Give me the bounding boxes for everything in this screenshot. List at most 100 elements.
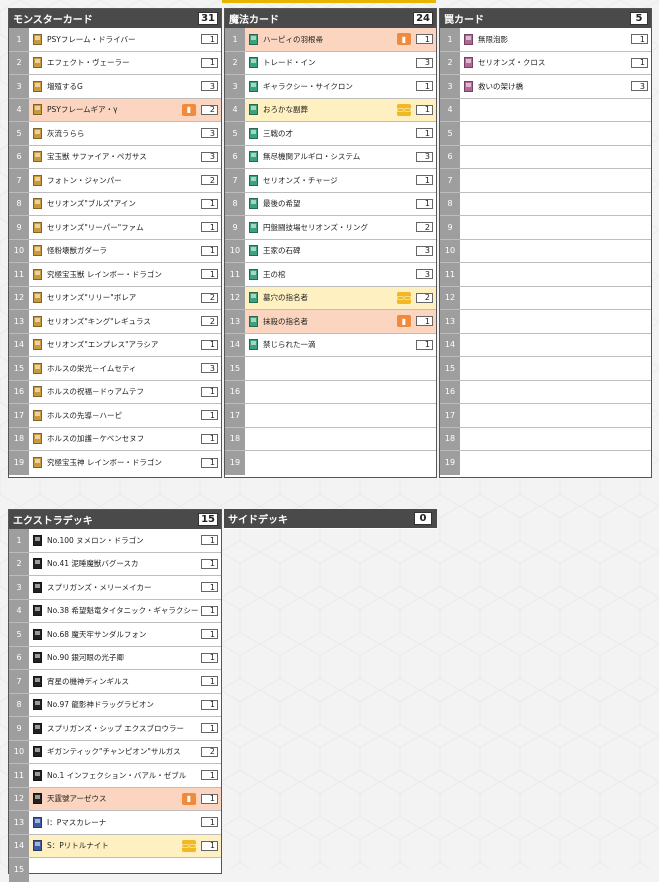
card-row[interactable]: 2 No.41 泥睡魔獣バグースカ 1 bbox=[9, 552, 221, 576]
card-row[interactable]: 5 No.68 魔天牢サンダルフォン 1 bbox=[9, 623, 221, 647]
card-row[interactable]: 6 宝玉獣 サファイア・ペガサス 3 bbox=[9, 145, 221, 169]
card-row[interactable]: 13 抹殺の指名者 ▮ 1 bbox=[225, 310, 436, 334]
card-name[interactable]: ホルスの祝福－ドゥアムテフ bbox=[47, 387, 201, 396]
card-name[interactable]: No.97 龍影神ドラッグラビオン bbox=[47, 700, 201, 709]
card-row[interactable]: 15 ホルスの栄光－イムセティ 3 bbox=[9, 357, 221, 381]
card-row[interactable]: 10 ギガンティック"チャンピオン"サルガス 2 bbox=[9, 740, 221, 764]
card-name[interactable]: 救いの架け橋 bbox=[478, 82, 631, 91]
card-row[interactable]: 7 宵星の機神ディンギルス 1 bbox=[9, 670, 221, 694]
card-row[interactable]: 2 セリオンズ・クロス 1 bbox=[440, 51, 651, 75]
card-row[interactable]: 10 王家の石碑 3 bbox=[225, 239, 436, 263]
card-name[interactable]: スプリガンズ・メリーメイカー bbox=[47, 583, 201, 592]
card-name[interactable]: スプリガンズ・シップ エクスブロウラー bbox=[47, 724, 201, 733]
card-name[interactable]: S：Pリトルナイト bbox=[47, 841, 182, 850]
card-row[interactable]: 9 円盤闘技場セリオンズ・リング 2 bbox=[225, 216, 436, 240]
card-row[interactable]: 19 究極宝玉神 レインボー・ドラゴン 1 bbox=[9, 451, 221, 475]
card-row[interactable]: 9 セリオンズ"リーパー"ファム 1 bbox=[9, 216, 221, 240]
card-row[interactable]: 2 トレード・イン 3 bbox=[225, 51, 436, 75]
card-row[interactable]: 2 エフェクト・ヴェーラー 1 bbox=[9, 51, 221, 75]
card-name[interactable]: 王家の石碑 bbox=[263, 246, 416, 255]
card-row[interactable]: 5 三戦の才 1 bbox=[225, 122, 436, 146]
card-name[interactable]: セリオンズ"リリー"ボレア bbox=[47, 293, 201, 302]
card-name[interactable]: おろかな副葬 bbox=[263, 105, 397, 114]
card-row[interactable]: 4 No.38 希望魁竜タイタニック・ギャラクシー 1 bbox=[9, 599, 221, 623]
card-name[interactable]: PSYフレーム・ドライバー bbox=[47, 35, 201, 44]
card-name[interactable]: エフェクト・ヴェーラー bbox=[47, 58, 201, 67]
card-row[interactable]: 11 王の棺 3 bbox=[225, 263, 436, 287]
card-name[interactable]: 増殖するG bbox=[47, 82, 201, 91]
card-name[interactable]: セリオンズ"キング"レギュラス bbox=[47, 317, 201, 326]
card-row[interactable]: 11 No.1 インフェクション・バアル・ゼブル 1 bbox=[9, 764, 221, 788]
card-name[interactable]: I：Pマスカレーナ bbox=[47, 818, 201, 827]
card-row[interactable]: 4 おろかな副葬 ▭▭ 1 bbox=[225, 98, 436, 122]
card-name[interactable]: ホルスの加護－ケベンセヌフ bbox=[47, 434, 201, 443]
card-row[interactable]: 3 ギャラクシー・サイクロン 1 bbox=[225, 75, 436, 99]
card-name[interactable]: セリオンズ"リーパー"ファム bbox=[47, 223, 201, 232]
card-row[interactable]: 1 No.100 ヌメロン・ドラゴン 1 bbox=[9, 529, 221, 553]
card-row[interactable]: 8 セリオンズ"ブルズ"アイン 1 bbox=[9, 192, 221, 216]
card-name[interactable]: セリオンズ・チャージ bbox=[263, 176, 416, 185]
card-row[interactable]: 6 No.90 銀河眼の光子卿 1 bbox=[9, 646, 221, 670]
card-name[interactable]: 究極宝玉獣 レインボー・ドラゴン bbox=[47, 270, 201, 279]
card-name[interactable]: 最後の希望 bbox=[263, 199, 416, 208]
card-row[interactable]: 10 怪粉壊獣ガダーラ 1 bbox=[9, 239, 221, 263]
card-name[interactable]: セリオンズ・クロス bbox=[478, 58, 631, 67]
card-row[interactable]: 1 PSYフレーム・ドライバー 1 bbox=[9, 28, 221, 52]
card-row[interactable]: 16 ホルスの祝福－ドゥアムテフ 1 bbox=[9, 380, 221, 404]
card-name[interactable]: No.1 インフェクション・バアル・ゼブル bbox=[47, 771, 201, 780]
card-name[interactable]: 禁じられた一滴 bbox=[263, 340, 416, 349]
card-name[interactable]: セリオンズ"ブルズ"アイン bbox=[47, 199, 201, 208]
card-name[interactable]: No.90 銀河眼の光子卿 bbox=[47, 653, 201, 662]
card-row[interactable]: 1 ハーピィの羽根帚 ▮ 1 bbox=[225, 28, 436, 52]
card-row[interactable]: 14 セリオンズ"エンプレス"アラシア 1 bbox=[9, 333, 221, 357]
card-row[interactable]: 12 天霆號アーゼウス ▮ 1 bbox=[9, 787, 221, 811]
card-name[interactable]: ホルスの栄光－イムセティ bbox=[47, 364, 201, 373]
card-row[interactable]: 14 S：Pリトルナイト ▭▭ 1 bbox=[9, 834, 221, 858]
card-name[interactable]: セリオンズ"エンプレス"アラシア bbox=[47, 340, 201, 349]
card-row[interactable]: 8 最後の希望 1 bbox=[225, 192, 436, 216]
card-name[interactable]: ギガンティック"チャンピオン"サルガス bbox=[47, 747, 201, 756]
card-name[interactable]: 墓穴の指名者 bbox=[263, 293, 397, 302]
card-name[interactable]: トレード・イン bbox=[263, 58, 416, 67]
card-row[interactable]: 3 スプリガンズ・メリーメイカー 1 bbox=[9, 576, 221, 600]
card-name[interactable]: ハーピィの羽根帚 bbox=[263, 35, 397, 44]
card-name[interactable]: 無限泡影 bbox=[478, 35, 631, 44]
card-row[interactable]: 5 灰流うらら 3 bbox=[9, 122, 221, 146]
card-name[interactable]: 天霆號アーゼウス bbox=[47, 794, 182, 803]
card-row[interactable]: 4 PSYフレームギア・γ ▮ 2 bbox=[9, 98, 221, 122]
card-row[interactable]: 13 I：Pマスカレーナ 1 bbox=[9, 811, 221, 835]
card-name[interactable]: フォトン・ジャンパー bbox=[47, 176, 201, 185]
card-name[interactable]: No.41 泥睡魔獣バグースカ bbox=[47, 559, 201, 568]
card-name[interactable]: 怪粉壊獣ガダーラ bbox=[47, 246, 201, 255]
card-name[interactable]: 三戦の才 bbox=[263, 129, 416, 138]
card-row[interactable]: 7 セリオンズ・チャージ 1 bbox=[225, 169, 436, 193]
card-row[interactable]: 13 セリオンズ"キング"レギュラス 2 bbox=[9, 310, 221, 334]
card-name[interactable]: No.100 ヌメロン・ドラゴン bbox=[47, 536, 201, 545]
card-name[interactable]: 無尽機関アルギロ・システム bbox=[263, 152, 416, 161]
card-name[interactable]: No.38 希望魁竜タイタニック・ギャラクシー bbox=[47, 606, 201, 615]
card-name[interactable]: ギャラクシー・サイクロン bbox=[263, 82, 416, 91]
card-row[interactable]: 11 究極宝玉獣 レインボー・ドラゴン 1 bbox=[9, 263, 221, 287]
card-name[interactable]: 宝玉獣 サファイア・ペガサス bbox=[47, 152, 201, 161]
card-row[interactable]: 12 墓穴の指名者 ▭▭ 2 bbox=[225, 286, 436, 310]
card-name[interactable]: 宵星の機神ディンギルス bbox=[47, 677, 201, 686]
card-name[interactable]: ホルスの先導－ハーピ bbox=[47, 411, 201, 420]
card-row[interactable]: 8 No.97 龍影神ドラッグラビオン 1 bbox=[9, 693, 221, 717]
card-row[interactable]: 9 スプリガンズ・シップ エクスブロウラー 1 bbox=[9, 717, 221, 741]
card-row[interactable]: 3 救いの架け橋 3 bbox=[440, 75, 651, 99]
card-row[interactable]: 17 ホルスの先導－ハーピ 1 bbox=[9, 404, 221, 428]
card-name[interactable]: 灰流うらら bbox=[47, 129, 201, 138]
card-row[interactable]: 3 増殖するG 3 bbox=[9, 75, 221, 99]
card-name[interactable]: 円盤闘技場セリオンズ・リング bbox=[263, 223, 416, 232]
card-row[interactable]: 6 無尽機関アルギロ・システム 3 bbox=[225, 145, 436, 169]
card-name[interactable]: PSYフレームギア・γ bbox=[47, 105, 182, 114]
card-name[interactable]: No.68 魔天牢サンダルフォン bbox=[47, 630, 201, 639]
card-row[interactable]: 12 セリオンズ"リリー"ボレア 2 bbox=[9, 286, 221, 310]
card-row[interactable]: 14 禁じられた一滴 1 bbox=[225, 333, 436, 357]
card-row[interactable]: 1 無限泡影 1 bbox=[440, 28, 651, 52]
card-row[interactable]: 18 ホルスの加護－ケベンセヌフ 1 bbox=[9, 427, 221, 451]
card-name[interactable]: 王の棺 bbox=[263, 270, 416, 279]
card-name[interactable]: 究極宝玉神 レインボー・ドラゴン bbox=[47, 458, 201, 467]
card-row[interactable]: 7 フォトン・ジャンパー 2 bbox=[9, 169, 221, 193]
card-name[interactable]: 抹殺の指名者 bbox=[263, 317, 397, 326]
